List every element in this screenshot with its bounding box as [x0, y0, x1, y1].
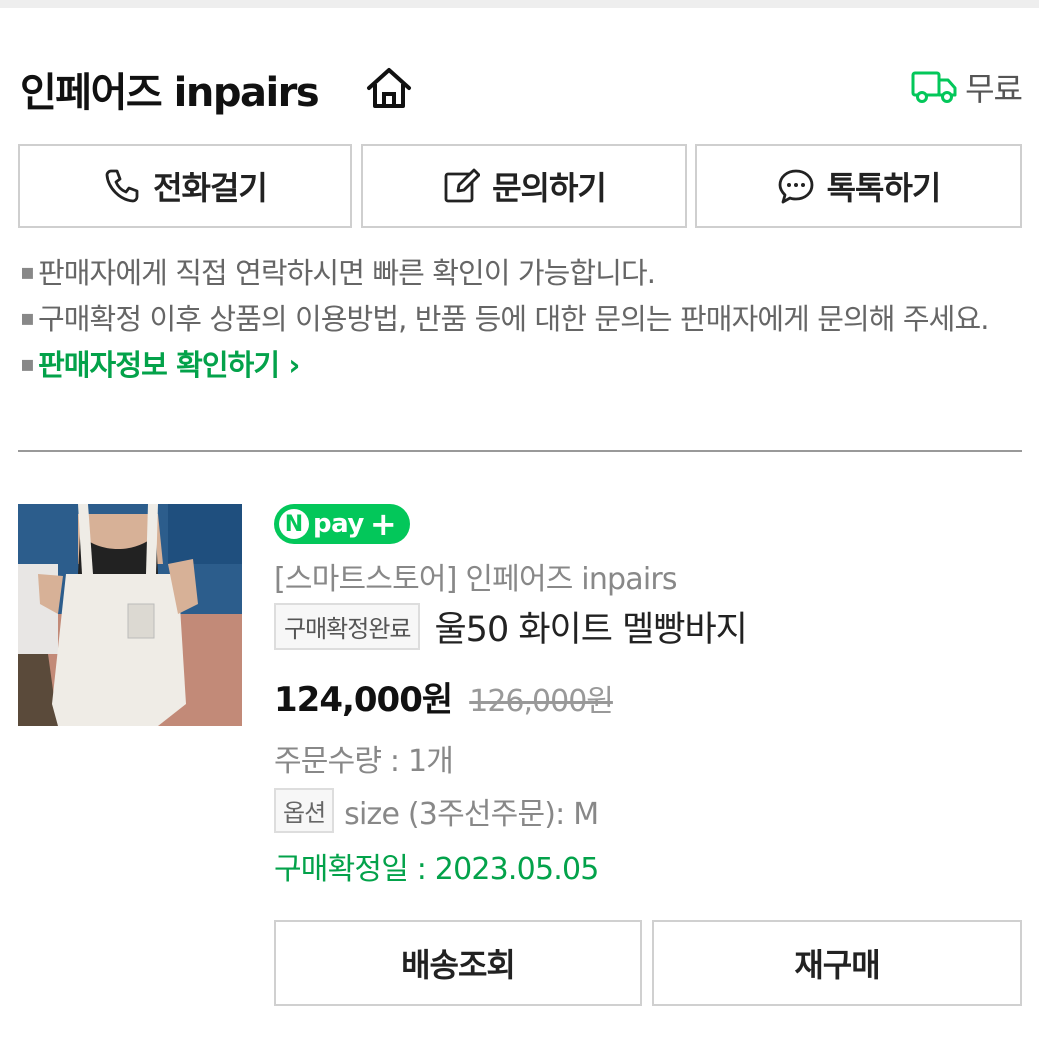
call-button-label: 전화걸기 — [153, 169, 268, 207]
price-row: 124,000원 126,000원 — [274, 672, 614, 721]
rebuy-button[interactable]: 재구매 — [652, 920, 1022, 1006]
edit-icon — [444, 168, 481, 203]
product-title[interactable]: 울50 화이트 멜빵바지 — [434, 601, 747, 652]
store-header: 인페어즈 inpairs 무료 — [20, 58, 1023, 118]
seller-label[interactable]: [스마트스토어] 인페어즈 inpairs — [274, 554, 678, 598]
truck-icon — [911, 71, 957, 103]
home-icon[interactable] — [366, 66, 412, 110]
contact-actions: 전화걸기 문의하기 톡톡하기 — [18, 144, 1022, 232]
call-button[interactable]: 전화걸기 — [18, 144, 352, 228]
delivery-label: 무료 — [965, 70, 1023, 108]
inquiry-button-label: 문의하기 — [492, 169, 607, 207]
chat-icon — [778, 169, 814, 204]
order-quantity: 주문수량 : 1개 — [274, 744, 454, 779]
original-price: 126,000원 — [469, 684, 614, 719]
talktalk-button[interactable]: 톡톡하기 — [695, 144, 1022, 228]
talktalk-button-label: 톡톡하기 — [826, 169, 942, 207]
delivery-info: 무료 — [911, 64, 1023, 110]
product-thumbnail[interactable] — [18, 504, 242, 726]
note-item: ▪ 구매확정 이후 상품의 이용방법, 반품 등에 대한 문의는 판매자에게 문의… — [20, 302, 989, 336]
seller-info-link[interactable]: ▪ 판매자정보 확인하기 › — [20, 342, 1020, 388]
sale-price: 124,000원 — [274, 680, 453, 720]
option-value: size (3주선주문): M — [344, 796, 599, 832]
option-row: 옵션 size (3주선주문): M — [274, 788, 599, 833]
plus-icon: + — [369, 505, 397, 543]
chevron-right-icon: › — [279, 348, 300, 382]
note-item: ▪ 판매자에게 직접 연락하시면 빠른 확인이 가능합니다. — [20, 256, 656, 290]
section-divider — [18, 450, 1022, 452]
track-delivery-button[interactable]: 배송조회 — [274, 920, 642, 1006]
option-chip: 옵션 — [274, 788, 335, 833]
purchase-confirm-date: 구매확정일 : 2023.05.05 — [274, 852, 599, 887]
seller-notes: ▪ 판매자에게 직접 연락하시면 빠른 확인이 가능합니다. ▪ 구매확정 이후 상… — [20, 250, 1020, 388]
inquiry-button[interactable]: 문의하기 — [361, 144, 687, 228]
npay-plus-badge: N pay + — [274, 504, 410, 544]
top-bar — [0, 0, 1039, 8]
phone-icon — [105, 169, 139, 203]
product-title-row: 구매확정완료 울50 화이트 멜빵바지 — [274, 602, 748, 650]
status-badge: 구매확정완료 — [274, 602, 421, 650]
store-name[interactable]: 인페어즈 inpairs — [20, 60, 320, 118]
